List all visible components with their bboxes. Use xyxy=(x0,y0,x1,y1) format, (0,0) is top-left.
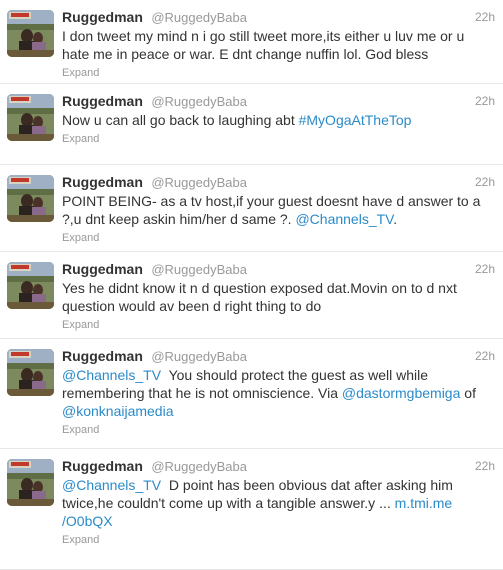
tweet-text-segment: Yes he didnt know it n d question expose… xyxy=(62,280,457,296)
tweet-text-line: I don tweet my mind n i go still tweet m… xyxy=(62,27,497,45)
tweet-header: Ruggedman @RuggedyBaba 22h xyxy=(62,92,497,110)
tweet-timestamp[interactable]: 22h xyxy=(475,8,495,26)
tweet-text-line: ?,u dnt keep askin him/her d same ?. @Ch… xyxy=(62,210,497,228)
tweet-text: @Channels_TV You should protect the gues… xyxy=(62,366,497,420)
user-avatar[interactable] xyxy=(7,10,54,57)
avatar-photo-icon xyxy=(7,94,54,141)
tweet-text: POINT BEING- as a tv host,if your guest … xyxy=(62,192,497,228)
tweet-header: Ruggedman @RuggedyBaba 22h xyxy=(62,173,497,191)
tweet-timestamp[interactable]: 22h xyxy=(475,260,495,278)
tweet-content: Ruggedman @RuggedyBaba 22h @Channels_TV … xyxy=(62,347,497,438)
tweet-text: Now u can all go back to laughing abt #M… xyxy=(62,111,497,129)
tweet-item[interactable]: Ruggedman @RuggedyBaba 22h POINT BEING- … xyxy=(0,165,503,252)
tweet-header: Ruggedman @RuggedyBaba 22h xyxy=(62,260,497,278)
tweet-header: Ruggedman @RuggedyBaba 22h xyxy=(62,457,497,475)
user-fullname[interactable]: Ruggedman xyxy=(62,458,143,474)
tweet-text-line: Now u can all go back to laughing abt #M… xyxy=(62,111,497,129)
expand-link[interactable]: Expand xyxy=(62,231,99,245)
user-handle[interactable]: @RuggedyBaba xyxy=(151,349,247,364)
tweet-text-line: @Channels_TV You should protect the gues… xyxy=(62,366,497,384)
tweet-item[interactable]: Ruggedman @RuggedyBaba 22h Now u can all… xyxy=(0,84,503,165)
tweet-text-segment: question would av been d right thing to … xyxy=(62,298,322,314)
tweet-header: Ruggedman @RuggedyBaba 22h xyxy=(62,8,497,26)
expand-link[interactable]: Expand xyxy=(62,132,99,146)
avatar-photo-icon xyxy=(7,175,54,222)
tweet-item[interactable]: Ruggedman @RuggedyBaba 22h Yes he didnt … xyxy=(0,252,503,339)
tweet-timestamp[interactable]: 22h xyxy=(475,92,495,110)
tweet-text-segment: twice,he couldn't come up with a tangibl… xyxy=(62,495,395,511)
tweet-text: Yes he didnt know it n d question expose… xyxy=(62,279,497,315)
user-avatar[interactable] xyxy=(7,94,54,141)
tweet-text: @Channels_TV D point has been obvious da… xyxy=(62,476,497,530)
tweet-content: Ruggedman @RuggedyBaba 22h Yes he didnt … xyxy=(62,260,497,333)
hashtag-link[interactable]: #MyOgaAtTheTop xyxy=(299,112,412,128)
tweet-text-line: Yes he didnt know it n d question expose… xyxy=(62,279,497,297)
mention-link[interactable]: @konknaijamedia xyxy=(62,403,174,419)
avatar-photo-icon xyxy=(7,262,54,309)
user-avatar[interactable] xyxy=(7,175,54,222)
expand-link[interactable]: Expand xyxy=(62,533,99,547)
user-fullname[interactable]: Ruggedman xyxy=(62,261,143,277)
expand-link[interactable]: Expand xyxy=(62,423,99,437)
url-link[interactable]: m.tmi.me xyxy=(395,495,453,511)
tweet-text-segment: Now u can all go back to laughing abt xyxy=(62,112,299,128)
user-avatar[interactable] xyxy=(7,459,54,506)
user-avatar[interactable] xyxy=(7,349,54,396)
tweet-text-line: /O0bQX xyxy=(62,512,497,530)
user-handle[interactable]: @RuggedyBaba xyxy=(151,459,247,474)
tweet-text: I don tweet my mind n i go still tweet m… xyxy=(62,27,497,63)
user-handle[interactable]: @RuggedyBaba xyxy=(151,175,247,190)
tweet-content: Ruggedman @RuggedyBaba 22h POINT BEING- … xyxy=(62,173,497,246)
tweet-text-line: hate me in peace or war. E dnt change nu… xyxy=(62,45,497,63)
tweet-content: Ruggedman @RuggedyBaba 22h I don tweet m… xyxy=(62,8,497,81)
tweet-content: Ruggedman @RuggedyBaba 22h Now u can all… xyxy=(62,92,497,147)
tweet-text-segment: . xyxy=(393,211,398,227)
expand-link[interactable]: Expand xyxy=(62,318,99,332)
tweet-text-segment: hate me in peace or war. E dnt change nu… xyxy=(62,46,429,62)
tweet-text-segment: remembering that he is not omniscience. … xyxy=(62,385,342,401)
tweet-text-segment: POINT BEING- as a tv host,if your guest … xyxy=(62,193,481,209)
mention-link[interactable]: @Channels_TV xyxy=(62,477,161,493)
mention-link[interactable]: @Channels_TV xyxy=(295,211,393,227)
tweet-text-segment: D point has been obvious dat after askin… xyxy=(161,477,453,493)
tweet-item[interactable]: Ruggedman @RuggedyBaba 22h @Channels_TV … xyxy=(0,449,503,570)
tweet-content: Ruggedman @RuggedyBaba 22h @Channels_TV … xyxy=(62,457,497,548)
tweet-text-segment: I don tweet my mind n i go still tweet m… xyxy=(62,28,465,44)
tweet-timestamp[interactable]: 22h xyxy=(475,457,495,475)
tweet-timeline: Ruggedman @RuggedyBaba 22h I don tweet m… xyxy=(0,0,503,570)
tweet-text-line: remembering that he is not omniscience. … xyxy=(62,384,497,402)
user-handle[interactable]: @RuggedyBaba xyxy=(151,262,247,277)
user-handle[interactable]: @RuggedyBaba xyxy=(151,94,247,109)
user-handle[interactable]: @RuggedyBaba xyxy=(151,10,247,25)
tweet-text-line: twice,he couldn't come up with a tangibl… xyxy=(62,494,497,512)
user-fullname[interactable]: Ruggedman xyxy=(62,93,143,109)
url-link[interactable]: /O0bQX xyxy=(62,513,113,529)
avatar-photo-icon xyxy=(7,10,54,57)
tweet-text-line: POINT BEING- as a tv host,if your guest … xyxy=(62,192,497,210)
tweet-timestamp[interactable]: 22h xyxy=(475,347,495,365)
mention-link[interactable]: @Channels_TV xyxy=(62,367,161,383)
tweet-text-segment: of xyxy=(460,385,476,401)
mention-link[interactable]: @dastormgbemiga xyxy=(342,385,461,401)
tweet-header: Ruggedman @RuggedyBaba 22h xyxy=(62,347,497,365)
expand-link[interactable]: Expand xyxy=(62,66,99,80)
tweet-text-segment: ?,u dnt keep askin him/her d same ?. xyxy=(62,211,296,227)
user-fullname[interactable]: Ruggedman xyxy=(62,348,143,364)
avatar-photo-icon xyxy=(7,459,54,506)
user-fullname[interactable]: Ruggedman xyxy=(62,9,143,25)
tweet-item[interactable]: Ruggedman @RuggedyBaba 22h I don tweet m… xyxy=(0,0,503,84)
tweet-item[interactable]: Ruggedman @RuggedyBaba 22h @Channels_TV … xyxy=(0,339,503,449)
tweet-timestamp[interactable]: 22h xyxy=(475,173,495,191)
avatar-photo-icon xyxy=(7,349,54,396)
user-avatar[interactable] xyxy=(7,262,54,309)
tweet-text-line: @Channels_TV D point has been obvious da… xyxy=(62,476,497,494)
tweet-text-line: @konknaijamedia xyxy=(62,402,497,420)
tweet-text-line: question would av been d right thing to … xyxy=(62,297,497,315)
tweet-text-segment: You should protect the guest as well whi… xyxy=(161,367,428,383)
user-fullname[interactable]: Ruggedman xyxy=(62,174,143,190)
